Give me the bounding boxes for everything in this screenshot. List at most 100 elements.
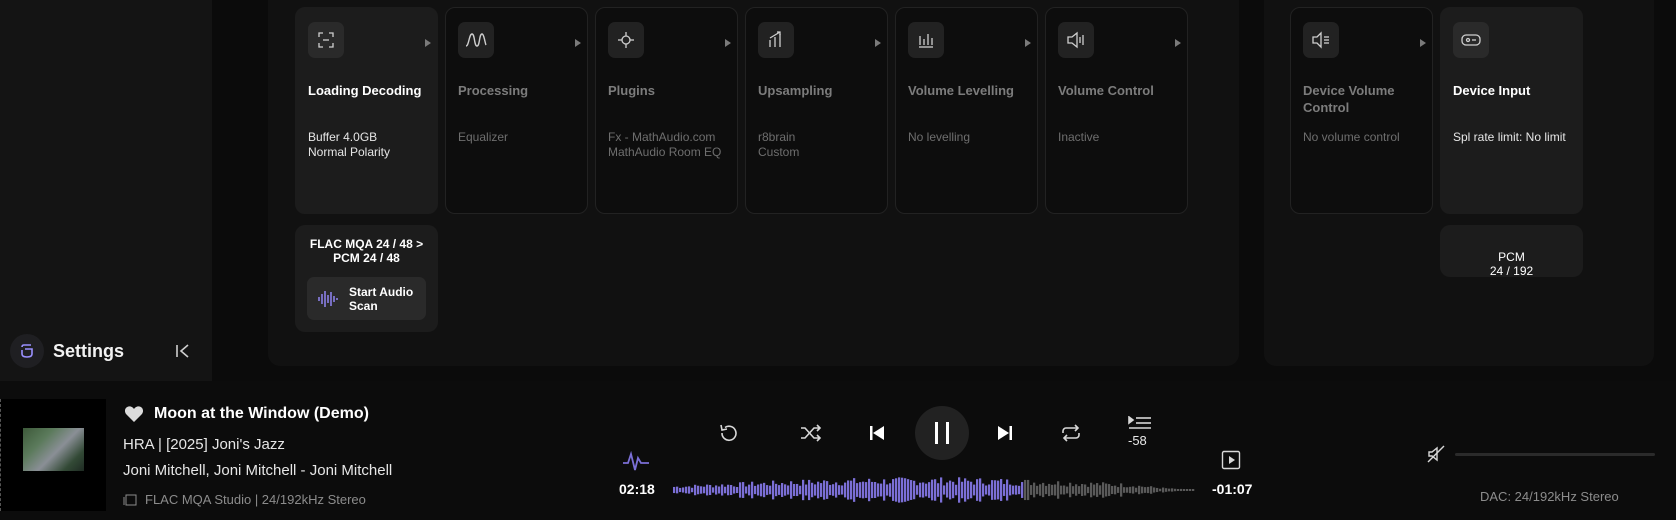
sidebar-item-settings[interactable]: Settings — [10, 334, 200, 368]
waveform-bar — [1018, 485, 1021, 495]
card-processing[interactable]: Processing Equalizer — [445, 7, 588, 214]
waveform-bar — [1147, 486, 1150, 494]
waveform-bar — [760, 483, 763, 497]
waveform-bar — [952, 481, 955, 499]
audio-scan-icon — [318, 290, 338, 307]
skip-silence-icon[interactable] — [1127, 414, 1153, 432]
expand-arrow-icon[interactable] — [875, 39, 881, 47]
waveform-bar — [721, 484, 724, 496]
waveform-bar — [814, 484, 817, 496]
previous-track-icon[interactable] — [866, 422, 888, 444]
card-device-input[interactable]: Device Input Spl rate limit: No limit — [1440, 7, 1583, 214]
waveform-bar — [835, 482, 838, 498]
card-upsampling[interactable]: Upsampling r8brain Custom — [745, 7, 888, 214]
waveform-bar — [886, 484, 889, 496]
waveform-bar — [931, 479, 934, 501]
playback-mode-icon[interactable] — [1221, 450, 1241, 470]
output-format-label: PCM 24 / 192 — [1489, 250, 1534, 278]
waveform-bar — [829, 484, 832, 496]
card-loading-decoding[interactable]: Loading Decoding Buffer 4.0GB Normal Pol… — [295, 7, 438, 214]
start-audio-scan-button[interactable]: Start Audio Scan — [307, 277, 426, 320]
waveform-bar — [1135, 487, 1138, 493]
waveform-bar — [844, 482, 847, 498]
expand-arrow-icon[interactable] — [725, 39, 731, 47]
pause-button[interactable] — [915, 406, 969, 460]
waveform-seekbar[interactable] — [673, 476, 1195, 504]
waveform-bar — [856, 483, 859, 497]
shuffle-icon[interactable] — [799, 422, 823, 444]
skip-silence-value: -58 — [1128, 433, 1147, 448]
waveform-bar — [1102, 482, 1105, 498]
card-title: Device Input — [1453, 83, 1531, 98]
waveform-bar — [1192, 489, 1195, 491]
waveform-bar — [832, 484, 835, 496]
waveform-bar — [712, 487, 715, 493]
waveform-bar — [1114, 485, 1117, 495]
waveform-bar — [757, 484, 760, 496]
dac-format-label: DAC: 24/192kHz Stereo — [1480, 489, 1619, 504]
replay-icon[interactable] — [717, 421, 741, 445]
waveform-bar — [772, 480, 775, 500]
waveform-bar — [1030, 485, 1033, 495]
waveform-bar — [1027, 479, 1030, 501]
waveform-bar — [1177, 489, 1180, 491]
waveform-bar — [784, 484, 787, 496]
waveform-bar — [1096, 483, 1099, 497]
output-format-box: PCM 24 / 192 — [1440, 225, 1583, 278]
waveform-bar — [1132, 486, 1135, 494]
waveform-bar — [1108, 484, 1111, 496]
waveform-bar — [982, 483, 985, 497]
track-title[interactable]: Moon at the Window (Demo) — [154, 405, 369, 423]
waveform-bar — [1165, 488, 1168, 492]
album-art[interactable] — [0, 399, 106, 511]
expand-arrow-icon[interactable] — [1025, 39, 1031, 47]
waveform-bar — [883, 479, 886, 501]
waveform-icon — [458, 22, 494, 58]
waveform-bar — [964, 478, 967, 502]
waveform-bar — [799, 485, 802, 495]
waveform-bar — [973, 484, 976, 496]
waveform-bar — [1171, 488, 1174, 492]
card-title: Loading Decoding — [308, 83, 422, 98]
card-device-volume-control[interactable]: Device Volume Control No volume control — [1290, 7, 1433, 214]
waveform-bar — [1156, 487, 1159, 493]
waveform-bar — [1186, 489, 1189, 491]
collapse-sidebar-icon[interactable] — [174, 342, 192, 360]
waveform-bar — [1012, 485, 1015, 495]
waveform-bar — [1180, 488, 1183, 492]
waveform-bar — [997, 480, 1000, 500]
waveform-bar — [754, 485, 757, 495]
waveform-bar — [904, 478, 907, 502]
waveform-bar — [838, 485, 841, 495]
pause-icon — [935, 422, 949, 444]
card-volume-levelling[interactable]: Volume Levelling No levelling — [895, 7, 1038, 214]
card-volume-control[interactable]: Volume Control Inactive — [1045, 7, 1188, 214]
waveform-bar — [1066, 486, 1069, 494]
waveform-bar — [793, 484, 796, 496]
waveform-bar — [940, 477, 943, 503]
album-name[interactable]: HRA | [2025] Joni's Jazz — [123, 436, 285, 453]
repeat-icon[interactable] — [1059, 422, 1083, 444]
waveform-bar — [769, 485, 772, 495]
expand-arrow-icon[interactable] — [575, 39, 581, 47]
card-plugins[interactable]: Plugins Fx - MathAudio.com MathAudio Roo… — [595, 7, 738, 214]
waveform-bar — [1105, 483, 1108, 497]
waveform-bar — [727, 484, 730, 496]
waveform-bar — [781, 483, 784, 497]
artist-name[interactable]: Joni Mitchell, Joni Mitchell - Joni Mitc… — [123, 462, 392, 479]
volume-slider[interactable] — [1455, 453, 1655, 456]
waveform-bar — [919, 482, 922, 498]
waveform-mode-icon[interactable] — [622, 451, 650, 473]
volume-muted-icon[interactable] — [1427, 445, 1445, 463]
heart-icon[interactable] — [124, 405, 144, 423]
card-detail: Fx - MathAudio.com MathAudio Room EQ — [608, 130, 722, 159]
next-track-icon[interactable] — [994, 422, 1016, 444]
waveform-bar — [1093, 484, 1096, 496]
expand-arrow-icon[interactable] — [1420, 39, 1426, 47]
waveform-bar — [868, 478, 871, 502]
expand-arrow-icon[interactable] — [1175, 39, 1181, 47]
waveform-bar — [718, 486, 721, 494]
expand-arrow-icon[interactable] — [425, 39, 431, 47]
waveform-bar — [805, 484, 808, 496]
waveform-bar — [925, 483, 928, 497]
